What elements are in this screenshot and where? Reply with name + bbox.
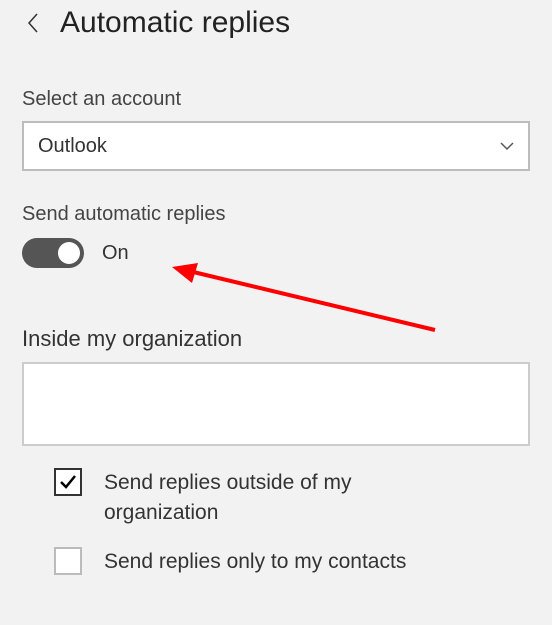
account-select-value: Outlook	[38, 135, 107, 158]
check-icon	[58, 472, 78, 492]
outside-org-label: Send replies outside of my organization	[104, 468, 464, 529]
auto-reply-label: Send automatic replies	[22, 203, 530, 226]
contacts-only-checkbox[interactable]	[54, 547, 82, 575]
chevron-left-icon	[26, 12, 39, 34]
inside-org-textbox[interactable]	[22, 362, 530, 446]
inside-org-label: Inside my organization	[22, 326, 530, 352]
toggle-knob	[58, 242, 80, 264]
auto-reply-toggle-state: On	[102, 242, 129, 265]
chevron-down-icon	[500, 139, 514, 153]
page-title: Automatic replies	[60, 6, 290, 40]
auto-reply-toggle[interactable]	[22, 238, 84, 268]
account-label: Select an account	[22, 88, 530, 111]
account-select[interactable]: Outlook	[22, 121, 530, 171]
back-button[interactable]	[22, 11, 42, 35]
outside-org-checkbox[interactable]	[54, 468, 82, 496]
contacts-only-label: Send replies only to my contacts	[104, 547, 406, 577]
